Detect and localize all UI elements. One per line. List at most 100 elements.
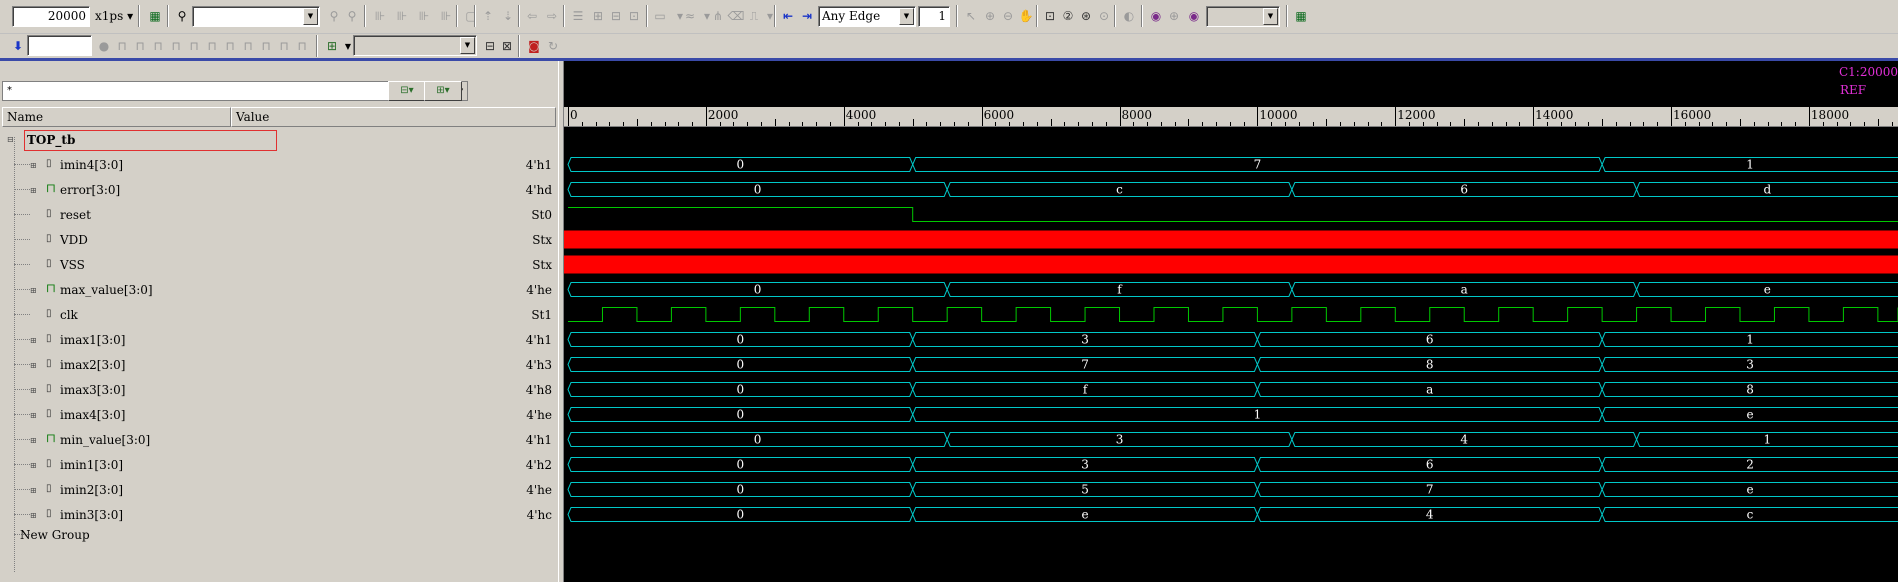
pointer-icon[interactable]: ↖ (961, 6, 981, 26)
signal-filter-9-icon[interactable]: ⊓ (256, 36, 276, 56)
signal-filter-7-icon[interactable]: ⊓ (220, 36, 240, 56)
signal-row[interactable]: ⊞ ▯ imax3[3:0] 4'h8 (2, 377, 556, 402)
step-back-icon[interactable]: ⊪ (370, 6, 390, 26)
delete-list-icon[interactable]: ⊠ (497, 36, 517, 56)
tree-root-label[interactable]: TOP_tb (24, 130, 277, 151)
new-group-row[interactable]: New Group (2, 522, 556, 547)
move-down-icon[interactable]: ⇣ (498, 6, 518, 26)
expand-icon[interactable]: ⊞ (30, 511, 37, 520)
refresh-icon[interactable]: ↻ (543, 36, 563, 56)
signal-filter-8-icon[interactable]: ⊓ (238, 36, 258, 56)
time-input[interactable]: 20000 (12, 6, 90, 27)
step-icon[interactable]: ⊪ (392, 6, 412, 26)
waveform-canvas[interactable]: 0 7 10 c 6 d0 f a e0 3 6 10 7 8 30 f a 80 1 e0 3 4 10 3 6 20 5 7 e0 e… (564, 127, 1898, 582)
marker-icon[interactable]: ◐ (1119, 6, 1139, 26)
waveform-area[interactable]: 0710c6d0fae036107830fa801e03410362057e0e… (564, 127, 1898, 582)
zoom-in-icon[interactable]: ⊕ (980, 6, 1000, 26)
time-unit-select[interactable]: x1ps ▾ (95, 6, 133, 26)
expand-icon[interactable]: ⊞ (30, 411, 37, 420)
waveform-icon[interactable]: ▦ (145, 6, 165, 26)
signal-filter-10-icon[interactable]: ⊓ (274, 36, 294, 56)
signal-filter-1-icon[interactable]: ⊓ (112, 36, 132, 56)
signal-row[interactable]: ⊞ ▯ imax1[3:0] 4'h1 (2, 327, 556, 352)
stop-icon[interactable]: ◙ (524, 36, 544, 56)
chevron-down-icon[interactable]: ▼ (303, 8, 318, 25)
prev-edge-icon[interactable]: ⇤ (778, 6, 798, 26)
name-column-header[interactable]: Name (2, 107, 231, 127)
zoom-full-icon[interactable]: ⊛ (1076, 6, 1096, 26)
step-over-icon[interactable]: ⊪ (436, 6, 456, 26)
tree-root-row[interactable]: ⊟ TOP_tb (2, 127, 556, 152)
eraser-icon[interactable]: ⌫ (726, 6, 746, 26)
signal-filter-3-icon[interactable]: ⊓ (148, 36, 168, 56)
hierarchy-icon[interactable]: ⊟ (606, 6, 626, 26)
radio-icon[interactable]: ● (94, 36, 114, 56)
signal-row[interactable]: ⊞ ⊓ max_value[3:0] 4'he (2, 277, 556, 302)
collapse-icon[interactable]: ⊟ (7, 135, 14, 144)
find-icon[interactable]: ⚲ (172, 6, 192, 26)
signal-row[interactable]: ▯ VDD Stx (2, 227, 556, 252)
dropdown-icon[interactable]: ▾ (760, 6, 780, 26)
signal-row[interactable]: ⊞ ▯ imin4[3:0] 4'h1 (2, 152, 556, 177)
signal-view-icon[interactable]: ⊞▾ (424, 81, 462, 101)
signal-row[interactable]: ⊞ ▯ imax4[3:0] 4'he (2, 402, 556, 427)
signal-row[interactable]: ⊞ ▯ imin2[3:0] 4'he (2, 477, 556, 502)
find-prev-icon[interactable]: ⚲ (324, 6, 344, 26)
expand-icon[interactable]: ⊞ (30, 286, 37, 295)
next-edge-icon[interactable]: ⇥ (797, 6, 817, 26)
group-icon[interactable]: ⊡ (624, 6, 644, 26)
waveform-panel[interactable]: C1:20000 REF 0 2000 4000 6000 8000 10000 12000… (564, 61, 1898, 582)
signal-filter-5-icon[interactable]: ⊓ (184, 36, 204, 56)
chevron-down-icon[interactable]: ▼ (460, 37, 475, 54)
window-icon[interactable]: ▭ (650, 6, 670, 26)
edge-count-input[interactable]: 1 (918, 6, 950, 27)
expand-icon[interactable]: ⊞ (30, 186, 37, 195)
next-marker-icon[interactable]: ◉ (1184, 6, 1204, 26)
expand-icon[interactable]: ⊞ (30, 436, 37, 445)
schematic-icon[interactable]: ⊞ (588, 6, 608, 26)
prev-marker-icon[interactable]: ◉ (1146, 6, 1166, 26)
pan-hand-icon[interactable]: ✋ (1016, 6, 1036, 26)
time-ruler[interactable]: 0 2000 4000 6000 8000 10000 12000 14000 16000 180… (564, 106, 1898, 127)
chevron-down-icon[interactable]: ▼ (899, 8, 914, 25)
expand-signals-icon[interactable]: ⊟▾ (388, 81, 426, 101)
signal-row[interactable]: ⊞ ▯ imin1[3:0] 4'h2 (2, 452, 556, 477)
list-icon[interactable]: ☰ (568, 6, 588, 26)
signal-filter-2-icon[interactable]: ⊓ (130, 36, 150, 56)
signal-row[interactable]: ▯ VSS Stx (2, 252, 556, 277)
expand-icon[interactable]: ⊞ (30, 161, 37, 170)
signal-filter-6-icon[interactable]: ⊓ (202, 36, 222, 56)
edge-type-select[interactable]: Any Edge ▼ (818, 6, 916, 27)
group-select[interactable]: ▼ (353, 35, 477, 56)
signal-filter-11-icon[interactable]: ⊓ (292, 36, 312, 56)
search-combo[interactable]: ▼ (192, 6, 320, 27)
expand-icon[interactable]: ⊞ (30, 361, 37, 370)
move-up-icon[interactable]: ⇡ (478, 6, 498, 26)
find-next-icon[interactable]: ⚲ (342, 6, 362, 26)
signal-row[interactable]: ⊞ ⊓ min_value[3:0] 4'h1 (2, 427, 556, 452)
step-into-icon[interactable]: ⊪ (414, 6, 434, 26)
zoom-2-icon[interactable]: ② (1058, 6, 1078, 26)
chevron-down-icon[interactable]: ▼ (1263, 8, 1278, 25)
signal-filter-4-icon[interactable]: ⊓ (166, 36, 186, 56)
signal-row[interactable]: ⊞ ▯ imax2[3:0] 4'h3 (2, 352, 556, 377)
forward-arrow-icon[interactable]: ⇨ (542, 6, 562, 26)
signal-row[interactable]: ▯ reset St0 (2, 202, 556, 227)
import-down-arrow-icon[interactable]: ⬇ (8, 36, 28, 56)
signal-row[interactable]: ⊞ ⊓ error[3:0] 4'hd (2, 177, 556, 202)
expand-icon[interactable]: ⊞ (30, 461, 37, 470)
back-arrow-icon[interactable]: ⇦ (522, 6, 542, 26)
expand-icon[interactable]: ⊞ (30, 486, 37, 495)
scope-input[interactable] (27, 35, 92, 56)
signal-row[interactable]: ▯ clk St1 (2, 302, 556, 327)
zoom-out-icon[interactable]: ⊖ (998, 6, 1018, 26)
wave-view-icon[interactable]: ▦ (1291, 6, 1311, 26)
zoom-fit-icon[interactable]: ⊡ (1040, 6, 1060, 26)
network-icon[interactable]: ⋔ (708, 6, 728, 26)
value-column-header[interactable]: Value (231, 107, 556, 127)
add-marker-icon[interactable]: ⊕ (1164, 6, 1184, 26)
expand-icon[interactable]: ⊞ (30, 386, 37, 395)
expand-icon[interactable]: ⊞ (30, 336, 37, 345)
zoom-region-icon[interactable]: ⊙ (1094, 6, 1114, 26)
marker-select[interactable]: ▼ (1206, 6, 1280, 27)
